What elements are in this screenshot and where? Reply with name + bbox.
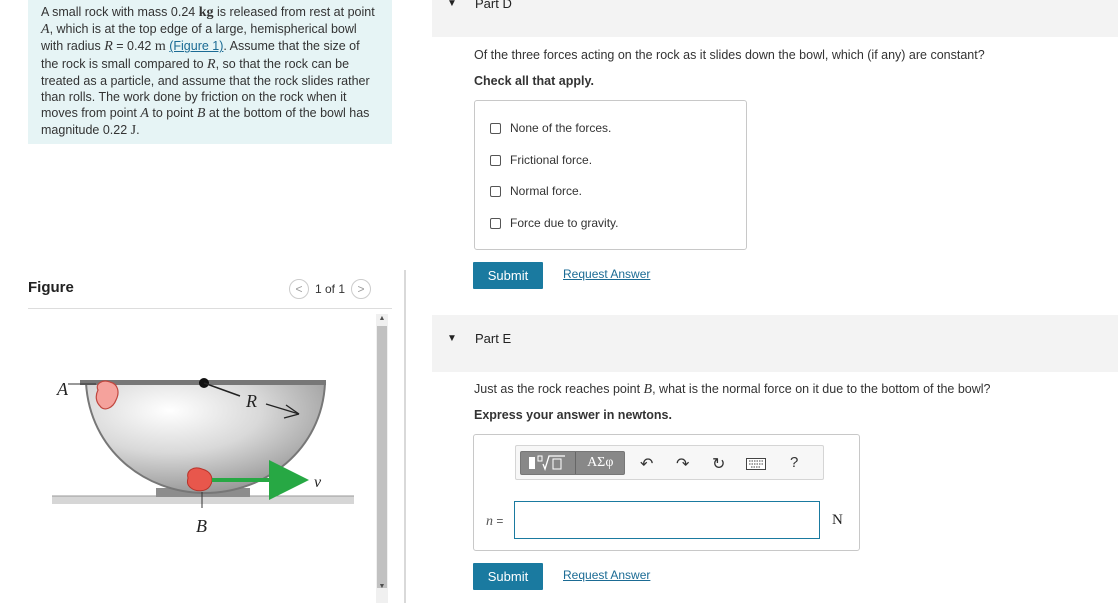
option-label: None of the forces. [510,121,612,135]
problem-text: = 0.42 [112,39,155,54]
option-friction[interactable]: Frictional force. [490,153,592,167]
panel-divider [404,270,406,603]
templates-button[interactable] [521,452,577,474]
greek-symbols-button[interactable]: ΑΣφ [576,452,624,474]
option-label: Force due to gravity. [510,216,619,230]
part-e-request-answer-link[interactable]: Request Answer [563,568,650,582]
part-d-request-answer-link[interactable]: Request Answer [563,267,650,281]
templates-icon [529,455,566,471]
problem-statement: A small rock with mass 0.24 kg is releas… [28,0,392,144]
answer-label: n = [486,514,503,530]
option-normal[interactable]: Normal force. [490,184,582,198]
math-toolbar: ΑΣφ ↶ ↷ ↻ ? [515,445,824,480]
options-box: None of the forces. Frictional force. No… [474,100,747,250]
next-figure-button[interactable]: > [351,279,372,299]
part-e-submit-button[interactable]: Submit [473,563,543,590]
var-A: A [41,22,50,38]
option-gravity[interactable]: Force due to gravity. [490,216,619,230]
problem-text: is released from rest at point [213,5,375,19]
var-n: n [486,514,493,529]
checkbox[interactable] [490,185,501,197]
label-A: A [56,379,69,399]
problem-text: A small rock with mass 0.24 [41,5,199,19]
template-button-group: ΑΣφ [520,451,625,475]
divider [28,308,392,309]
checkbox[interactable] [490,122,501,134]
label-B: B [196,516,207,536]
part-d-title: Part D [475,0,512,11]
prev-figure-button[interactable]: < [289,279,309,299]
collapse-arrow-icon[interactable]: ▼ [447,0,457,9]
figure-link[interactable]: (Figure 1) [169,39,223,53]
part-d-question: Of the three forces acting on the rock a… [474,48,985,62]
equals-sign: = [493,514,504,528]
reset-icon[interactable]: ↻ [712,454,725,474]
figure-pager: < 1 of 1 > [289,279,372,299]
scrollbar-thumb[interactable] [377,326,387,588]
part-e-title: Part E [475,331,512,346]
problem-text: . [136,123,140,138]
redo-icon[interactable]: ↷ [676,454,689,474]
keyboard-glyph [746,458,766,470]
checkbox[interactable] [490,217,501,229]
part-d-submit-button[interactable]: Submit [473,262,543,289]
problem-text: to point [148,106,197,121]
unit-label: N [832,512,843,528]
unit-kg: kg [198,5,214,20]
part-e-question: Just as the rock reaches point B, what i… [474,382,990,398]
scroll-up-icon[interactable]: ▲ [377,314,387,324]
ground [52,496,354,504]
undo-icon[interactable]: ↶ [640,454,653,474]
label-R: R [245,391,257,411]
var-A: A [140,106,149,122]
answer-input[interactable] [514,501,820,539]
chevron-left-icon: < [295,282,303,296]
collapse-arrow-icon[interactable]: ▼ [447,333,457,344]
part-d-header[interactable] [432,0,1118,37]
checkbox[interactable] [490,154,501,166]
keyboard-icon[interactable] [746,457,766,475]
bowl-figure: A R v B [52,378,354,536]
part-e-header[interactable] [432,315,1118,372]
part-d-instruction: Check all that apply. [474,74,594,88]
part-e-instruction: Express your answer in newtons. [474,408,672,422]
label-v: v [314,474,322,491]
unit-m: m [154,39,166,55]
chevron-right-icon: > [357,282,365,296]
answer-box: ΑΣφ ↶ ↷ ↻ ? n = N [473,434,860,551]
help-icon[interactable]: ? [790,454,798,471]
question-text: , what is the normal force on it due to … [652,382,991,396]
pager-label: 1 of 1 [315,282,346,296]
figure-header: Figure [28,279,74,296]
var-B: B [643,382,653,397]
option-label: Frictional force. [510,153,593,167]
var-R: R [104,39,113,55]
scroll-down-icon[interactable]: ▼ [377,582,387,592]
var-R: R [207,56,216,72]
question-text: Just as the rock reaches point [474,382,644,396]
option-label: Normal force. [510,184,583,198]
option-none[interactable]: None of the forces. [490,121,611,135]
